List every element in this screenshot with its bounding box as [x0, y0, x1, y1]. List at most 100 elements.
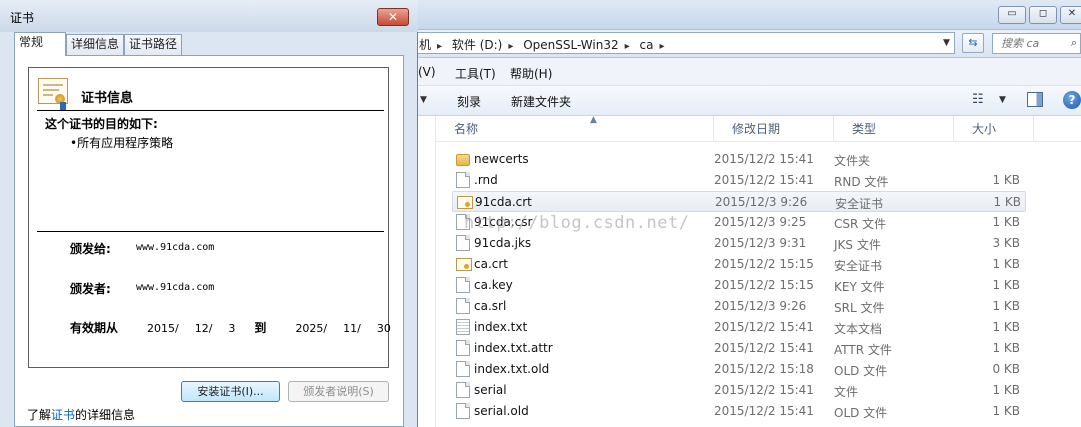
purpose-item: •所有应用程序策略 — [70, 136, 174, 150]
validity-label: 有效期从 — [70, 321, 119, 335]
file-row[interactable]: ca.crt 2015/12/2 15:15 安全证书 1 KB — [452, 254, 1026, 275]
tab-certification-path[interactable]: 证书路径 — [124, 34, 182, 55]
column-size[interactable]: 大小 — [954, 116, 1034, 142]
tab-general[interactable]: 常规 — [14, 32, 66, 56]
valid-from-day: 3 — [228, 322, 236, 335]
file-icon — [456, 403, 470, 419]
breadcrumb-computer[interactable]: 机 — [419, 38, 431, 52]
menu-view[interactable]: (V) — [418, 65, 436, 79]
file-name: ca.crt — [474, 257, 509, 271]
minimize-icon: ▭ — [1007, 8, 1017, 19]
file-modified: 2015/12/3 9:26 — [714, 299, 807, 313]
file-modified: 2015/12/2 15:41 — [714, 173, 814, 187]
file-type: CSR 文件 — [834, 217, 887, 231]
valid-to-month: 11/ — [343, 322, 361, 335]
file-type: 安全证书 — [834, 259, 883, 273]
organize-dropdown-icon[interactable]: ▼ — [420, 95, 427, 105]
address-box[interactable]: 机 ▸ 软件 (D:) ▸ OpenSSL-Win32 ▸ ca ▸ ▼ — [416, 32, 955, 54]
file-row[interactable]: 91cda.crt 2015/12/3 9:26 安全证书 1 KB — [452, 191, 1026, 212]
maximize-button[interactable]: ◻ — [1029, 6, 1057, 24]
folder-icon — [456, 154, 470, 166]
file-list: ▲ 名称 修改日期 类型 大小 newcerts 2015/12/2 15:41 文… — [436, 115, 1081, 427]
valid-to-day: 30 — [376, 322, 391, 335]
file-row[interactable]: index.txt.old 2015/12/2 15:18 OLD 文件 0 KB — [452, 359, 1026, 380]
file-icon — [456, 298, 470, 314]
issuer-statement-button[interactable]: 颁发者说明(S) — [288, 381, 389, 402]
file-size: 1 KB — [992, 320, 1020, 334]
chevron-right-icon[interactable]: ▸ — [625, 41, 630, 52]
file-row[interactable]: ca.key 2015/12/2 15:15 KEY 文件 1 KB — [452, 275, 1026, 296]
column-modified[interactable]: 修改日期 — [714, 116, 834, 142]
tab-panel-general: 证书信息 这个证书的目的如下: •所有应用程序策略 颁发给: www.91cda… — [14, 55, 404, 427]
dialog-close-button[interactable]: ✕ — [377, 8, 409, 26]
refresh-button[interactable]: ⇆ — [962, 33, 984, 53]
chevron-right-icon[interactable]: ▸ — [508, 41, 513, 52]
file-modified: 2015/12/3 9:25 — [714, 215, 807, 229]
file-name: 91cda.jks — [474, 236, 532, 250]
search-icon[interactable]: ⌕ — [1071, 36, 1077, 50]
learn-prefix: 了解 — [27, 408, 52, 422]
file-size: 1 KB — [992, 215, 1020, 229]
new-folder-button[interactable]: 新建文件夹 — [511, 93, 571, 110]
file-row[interactable]: ca.srl 2015/12/3 9:26 SRL 文件 1 KB — [452, 296, 1026, 317]
file-modified: 2015/12/2 15:41 — [714, 341, 814, 355]
text-file-icon — [456, 319, 470, 335]
file-row[interactable]: serial.old 2015/12/2 15:41 OLD 文件 1 KB — [452, 401, 1026, 422]
navigation-pane[interactable] — [418, 116, 436, 427]
file-icon — [456, 172, 470, 188]
file-type: 文件夹 — [834, 154, 871, 168]
preview-pane-icon[interactable] — [1027, 92, 1043, 107]
file-row[interactable]: .rnd 2015/12/2 15:41 RND 文件 1 KB — [452, 170, 1026, 191]
file-type: KEY 文件 — [834, 280, 885, 294]
close-button[interactable]: ✕ — [1060, 6, 1081, 24]
info-title: 证书信息 — [81, 91, 134, 106]
burn-button[interactable]: 刻录 — [457, 93, 481, 110]
column-type[interactable]: 类型 — [834, 116, 954, 142]
certificate-icon — [38, 78, 68, 111]
file-type: 文件 — [834, 385, 859, 399]
file-size: 1 KB — [992, 383, 1020, 397]
file-size: 1 KB — [992, 341, 1020, 355]
tab-details[interactable]: 详细信息 — [66, 34, 124, 55]
chevron-right-icon[interactable]: ▸ — [659, 41, 664, 52]
file-type: 安全证书 — [835, 197, 884, 211]
install-certificate-button[interactable]: 安装证书(I)... — [181, 381, 280, 402]
breadcrumb-ca[interactable]: ca — [639, 38, 653, 52]
search-input[interactable] — [993, 34, 1059, 52]
breadcrumb-openssl[interactable]: OpenSSL-Win32 — [523, 38, 618, 52]
file-modified: 2015/12/2 15:41 — [714, 320, 814, 334]
explorer-window: ▭ ◻ ✕ 机 ▸ 软件 (D:) ▸ OpenSSL-Win32 ▸ ca ▸ ▼ ⇆… — [416, 0, 1081, 427]
view-options-icon[interactable]: ☷ — [972, 92, 984, 107]
issued-to-value: www.91cda.com — [136, 242, 215, 253]
search-box[interactable]: ⌕ — [992, 33, 1081, 54]
column-header: ▲ 名称 修改日期 类型 大小 — [436, 115, 1081, 142]
column-name[interactable]: 名称 — [436, 116, 714, 142]
file-size: 1 KB — [992, 257, 1020, 271]
file-name: index.txt.old — [474, 362, 550, 376]
file-row[interactable]: serial 2015/12/2 15:41 文件 1 KB — [452, 380, 1026, 401]
divider — [37, 110, 384, 111]
file-row[interactable]: index.txt.attr 2015/12/2 15:41 ATTR 文件 1 KB — [452, 338, 1026, 359]
valid-from-year: 2015/ — [147, 322, 179, 335]
file-modified: 2015/12/3 9:26 — [715, 195, 808, 209]
file-modified: 2015/12/3 9:31 — [714, 236, 807, 250]
file-row[interactable]: newcerts 2015/12/2 15:41 文件夹 — [452, 149, 1026, 170]
file-type: OLD 文件 — [834, 406, 888, 420]
validity-to-word: 到 — [254, 321, 267, 335]
file-row[interactable]: 91cda.jks 2015/12/3 9:31 JKS 文件 3 KB — [452, 233, 1026, 254]
view-dropdown-icon[interactable]: ▼ — [999, 95, 1006, 105]
certificate-icon — [457, 196, 473, 209]
breadcrumb-drive[interactable]: 软件 (D:) — [452, 38, 502, 52]
dialog-title: 证书 — [10, 11, 35, 25]
valid-to-year: 2025/ — [295, 322, 328, 335]
menu-help[interactable]: 帮助(H) — [510, 65, 552, 82]
file-name: 91cda.crt — [475, 195, 532, 209]
minimize-button[interactable]: ▭ — [998, 6, 1026, 24]
file-icon — [456, 235, 470, 251]
certificate-link[interactable]: 证书 — [51, 408, 75, 422]
help-icon[interactable]: ? — [1063, 91, 1081, 109]
address-dropdown-icon[interactable]: ▼ — [943, 38, 950, 48]
menu-tools[interactable]: 工具(T) — [455, 65, 496, 82]
chevron-right-icon[interactable]: ▸ — [437, 41, 442, 52]
file-row[interactable]: index.txt 2015/12/2 15:41 文本文档 1 KB — [452, 317, 1026, 338]
